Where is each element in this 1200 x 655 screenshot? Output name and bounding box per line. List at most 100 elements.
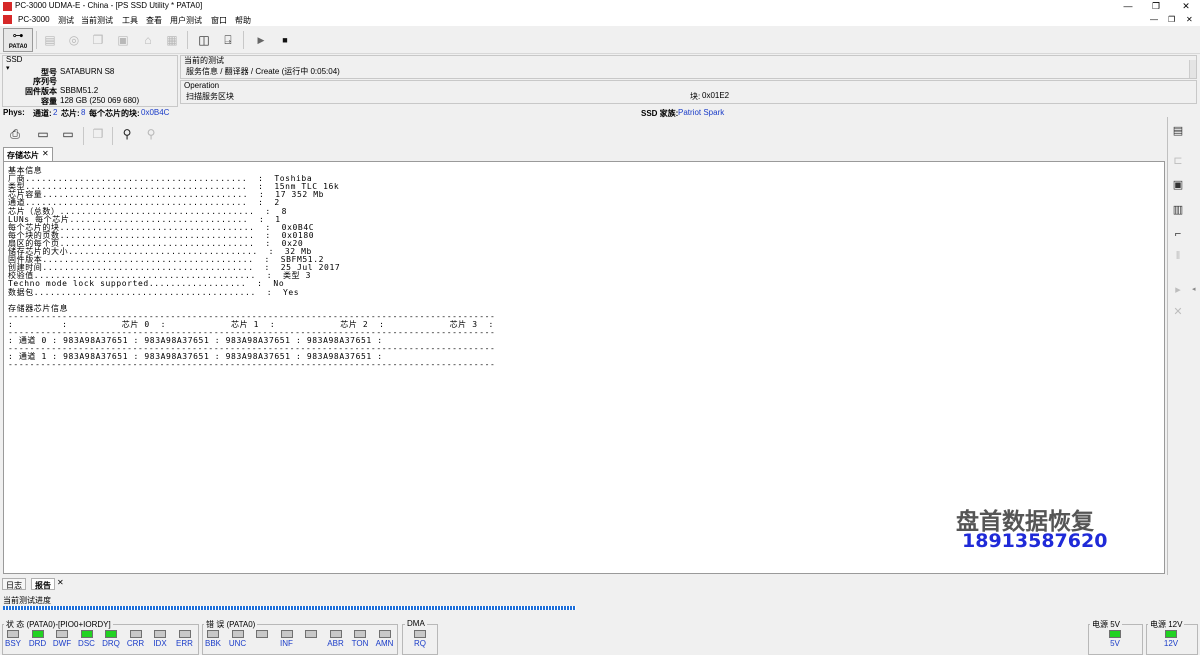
chip-icon[interactable]: ▣ <box>113 30 133 50</box>
block-value: 0x01E2 <box>702 91 730 100</box>
tab-log[interactable]: 日志 <box>2 578 26 590</box>
menu-app[interactable]: PC-3000 <box>18 15 50 24</box>
tools-icon[interactable]: ✕ <box>1170 305 1186 321</box>
copy-page-icon[interactable]: ❐ <box>88 124 108 144</box>
led-label: UNC <box>228 639 247 648</box>
family-value: Patriot Spark <box>678 108 725 117</box>
led-amn <box>378 630 391 638</box>
drive-info-icon[interactable]: ▤ <box>40 30 60 50</box>
led-err <box>178 630 191 638</box>
toolbar-separator <box>243 31 244 49</box>
copy-icon[interactable]: ❐ <box>88 30 108 50</box>
title-bar: PC-3000 UDMA-E - China - [PS SSD Utility… <box>0 0 1200 13</box>
menu-view[interactable]: 查看 <box>146 15 162 26</box>
report-tab-close-icon[interactable]: ✕ <box>57 578 64 587</box>
disk-icon[interactable]: ◎ <box>64 30 84 50</box>
power5-label: 5V <box>1110 639 1120 648</box>
operation-value: 扫描服务区块 <box>186 92 234 101</box>
family-label: SSD 家族: <box>641 109 679 118</box>
power12-title: 电源 12V <box>1148 619 1185 630</box>
status-group-title: 状 态 (PATA0)-[PIO0+IORDY] <box>4 619 113 630</box>
mdi-minimize-icon[interactable]: — <box>1150 15 1158 24</box>
led-bbk <box>207 630 219 638</box>
led-idx <box>154 630 166 638</box>
ram-icon[interactable]: ▣ <box>1170 178 1186 194</box>
toolbar-separator <box>187 31 188 49</box>
power12-led <box>1165 630 1177 638</box>
sidebar-divider <box>1167 117 1168 575</box>
mdi-close-icon[interactable]: ✕ <box>1186 15 1193 24</box>
led-label: AMN <box>375 639 394 648</box>
panel-scrollbar[interactable] <box>1189 60 1196 78</box>
led-abr <box>329 630 342 638</box>
tab-storage-chips[interactable]: 存储芯片 ✕ <box>3 147 53 161</box>
menu-current-test[interactable]: 当前测试 <box>81 15 113 26</box>
led-ton <box>354 630 366 638</box>
led-label: ERR <box>176 639 193 648</box>
toolbar-separator <box>112 127 113 145</box>
led-label: DSC <box>78 639 95 648</box>
sidebar-expand-icon[interactable]: ◂ <box>1192 285 1196 293</box>
connector-icon[interactable]: ⊏ <box>1170 154 1186 170</box>
menu-window[interactable]: 窗口 <box>211 15 227 26</box>
led-label: ABR <box>327 639 344 648</box>
led-label: RQ <box>414 639 426 648</box>
channels-label: 通道: <box>33 109 52 118</box>
led-bsy <box>7 630 19 638</box>
menu-tools[interactable]: 工具 <box>122 15 138 26</box>
current-test-panel: 当前的测试 服务信息 / 翻译器 / Create (运行中 0:05:04) <box>180 55 1197 79</box>
led-label: TON <box>351 639 369 648</box>
watermark-phone: 18913587620 <box>962 530 1108 552</box>
led-blank <box>256 630 268 638</box>
pata0-port-button[interactable]: ⊶ PATA0 <box>3 28 33 52</box>
close-button[interactable]: ✕ <box>1174 0 1198 13</box>
led-crr <box>129 630 142 638</box>
play-icon[interactable]: ▶ <box>251 30 271 50</box>
led-unc <box>231 630 244 638</box>
led-label: IDX <box>153 639 167 648</box>
led-label: INF <box>280 639 293 648</box>
find-icon[interactable]: ⚲ <box>117 124 137 144</box>
block-label: 块: <box>690 92 701 101</box>
print-icon[interactable]: ⎙ <box>5 124 25 144</box>
find-next-icon[interactable]: ⚲ <box>141 124 161 144</box>
tab-close-icon[interactable]: ✕ <box>42 149 49 158</box>
blocks-label: 每个芯片的块: <box>89 109 140 118</box>
led-inf <box>280 630 293 638</box>
stop-icon[interactable]: ■ <box>275 30 295 50</box>
blocks-value: 0x0B4C <box>141 108 170 117</box>
erase-icon[interactable]: ⌂ <box>138 30 158 50</box>
capacity-label: 容量 <box>41 97 57 106</box>
current-test-value: 服务信息 / 翻译器 / Create (运行中 0:05:04) <box>186 67 340 76</box>
ssd-dropdown-icon[interactable]: ▾ <box>6 64 10 72</box>
power5-title: 电源 5V <box>1090 619 1123 630</box>
reset-icon[interactable]: ▥ <box>1170 203 1186 219</box>
menu-test[interactable]: 测试 <box>58 15 74 26</box>
error-group-title: 错 误 (PATA0) <box>204 619 258 630</box>
expand-icon[interactable]: ▸ <box>1170 283 1186 299</box>
maximize-button[interactable]: ❐ <box>1144 0 1168 13</box>
led-label: BBK <box>204 639 221 648</box>
led-label: DRQ <box>102 639 120 648</box>
toolbar-separator <box>83 127 84 145</box>
chips-label: 芯片: <box>61 109 80 118</box>
power-icon[interactable]: ⌐ <box>1170 228 1186 244</box>
tab-report[interactable]: 报告 <box>31 578 55 590</box>
save-icon[interactable]: ▭ <box>33 124 53 144</box>
port-icon: ⊶ <box>12 30 24 42</box>
toolbar: ⊶ PATA0 ▤ ◎ ❐ ▣ ⌂ ▦ ◫ ⍈ ▶ ■ <box>0 27 1200 54</box>
save-all-icon[interactable]: ▭ <box>58 124 78 144</box>
menu-help[interactable]: 帮助 <box>235 15 251 26</box>
grid-icon[interactable]: ▦ <box>162 30 182 50</box>
pause-icon[interactable]: ‖ <box>1170 250 1186 266</box>
menu-user-test[interactable]: 用户测试 <box>170 15 202 26</box>
led-blank <box>305 630 317 638</box>
mdi-restore-icon[interactable]: ❐ <box>1168 15 1175 24</box>
windows-icon[interactable]: ◫ <box>194 30 214 50</box>
minimize-button[interactable]: — <box>1116 0 1140 13</box>
model-value: SATABURN S8 <box>60 67 115 76</box>
exit-test-icon[interactable]: ⍈ <box>218 30 238 50</box>
phys-label: Phys: <box>3 108 25 117</box>
report-icon[interactable]: ▤ <box>1170 124 1186 140</box>
ssd-header: SSD <box>6 55 23 64</box>
